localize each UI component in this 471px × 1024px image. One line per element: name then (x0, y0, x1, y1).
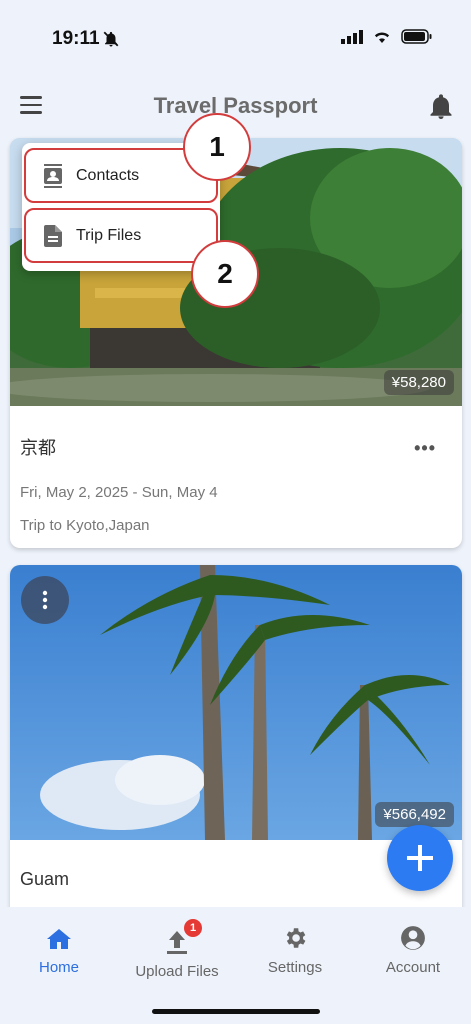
trip-dates: Fri, May 2, 2025 - Sun, May 4 (20, 484, 218, 501)
nav-label: Account (385, 959, 441, 976)
file-icon (40, 224, 66, 247)
notification-badge: 1 (184, 919, 202, 937)
nav-settings[interactable]: Settings (236, 921, 354, 976)
callout-marker: 1 (183, 113, 251, 181)
card-menu-button[interactable] (21, 576, 69, 624)
nav-upload-files[interactable]: 1 Upload Files (118, 919, 236, 980)
trip-photo-guam (10, 565, 462, 840)
menu-item-label: Contacts (76, 166, 140, 184)
trip-description: Trip to Kyoto,Japan (20, 517, 150, 534)
signal-icon (341, 29, 363, 44)
nav-label: Settings (267, 959, 323, 976)
trip-price: ¥58,280 (383, 370, 454, 395)
add-trip-button[interactable] (387, 825, 453, 891)
bell-off-icon (103, 31, 119, 47)
contacts-icon (40, 163, 66, 188)
page-title: Travel Passport (153, 93, 318, 118)
trip-name: Guam (20, 869, 70, 889)
nav-label: Home (38, 959, 79, 976)
battery-icon (401, 29, 432, 44)
callout-marker: 2 (191, 240, 259, 308)
home-indicator (152, 1009, 320, 1014)
nav-home[interactable]: Home (0, 921, 118, 976)
notification-bell-icon[interactable] (429, 94, 453, 120)
trip-name: 京都 (20, 438, 56, 458)
gear-icon (286, 928, 306, 948)
status-bar: 19:11 (0, 0, 471, 80)
more-options-button[interactable]: ••• (414, 438, 436, 459)
more-vert-icon (42, 590, 48, 610)
nav-account[interactable]: Account (354, 921, 471, 976)
plus-icon (407, 845, 433, 871)
wifi-icon (374, 32, 390, 43)
account-icon (401, 926, 425, 950)
menu-item-trip-files[interactable]: Trip Files (24, 208, 218, 263)
menu-item-label: Trip Files (76, 226, 142, 244)
nav-label: Upload Files (135, 963, 219, 980)
bottom-navigation: Home 1 Upload Files Settings Account (0, 907, 471, 1024)
status-time: 19:11 (52, 28, 100, 49)
trip-price: ¥566,492 (375, 802, 454, 827)
home-icon (47, 929, 71, 949)
